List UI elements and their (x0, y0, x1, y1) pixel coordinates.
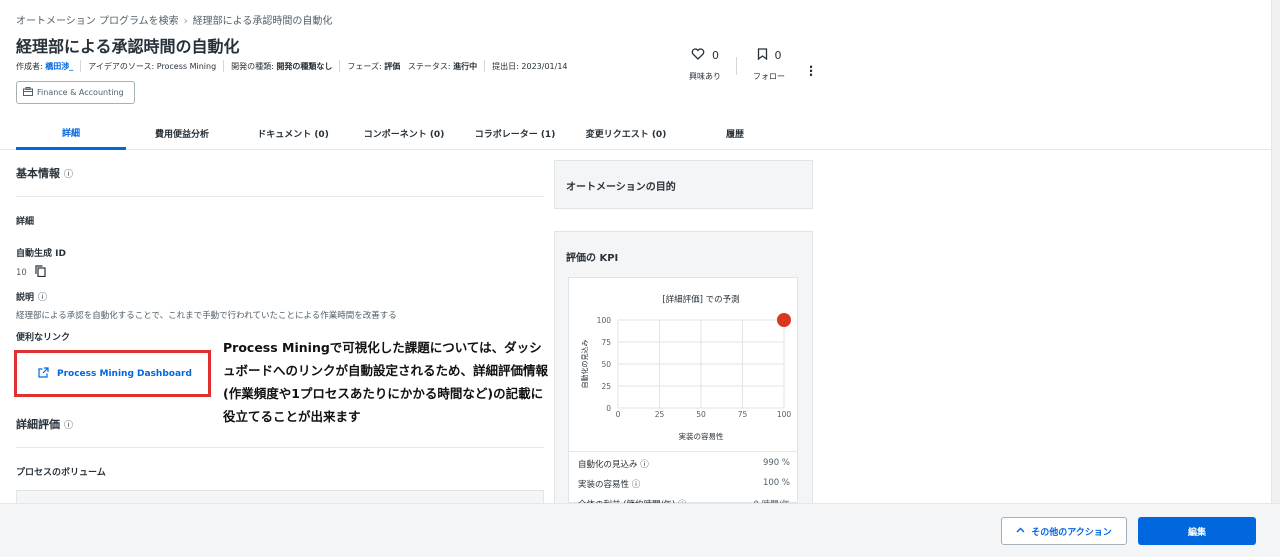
breadcrumb: オートメーション プログラムを検索 › 経理部による承認時間の自動化 (16, 12, 332, 27)
automation-purpose-panel: オートメーションの目的 (554, 160, 813, 209)
x-tick-label: 100 (777, 410, 792, 419)
kpi-row-label: 実装の容易性 ⓘ (578, 480, 641, 490)
breadcrumb-current: 経理部による承認時間の自動化 (192, 16, 333, 27)
description-text: 経理部による承認を自動化することで、これまで手動で行われていたことによる作業時間… (16, 311, 397, 321)
process-volume-heading: プロセスのボリューム (16, 468, 106, 478)
category-tag-label: Finance & Accounting (37, 88, 124, 97)
kpi-row: 実装の容易性 ⓘ 100 % (578, 478, 790, 490)
x-tick-label: 25 (655, 410, 665, 419)
auto-id-label: 自動生成 ID (16, 249, 66, 259)
x-tick-label: 50 (696, 410, 706, 419)
divider (16, 196, 544, 197)
tab-bar: 詳細 費用便益分析 ドキュメント (0) コンポーネント (0) コラボレーター… (0, 117, 1280, 150)
x-axis-label: 実装の容易性 (679, 431, 724, 441)
category-tag[interactable]: Finance & Accounting (16, 81, 135, 104)
tab-collaborators[interactable]: コラボレーター (1) (460, 117, 570, 150)
tab-details[interactable]: 詳細 (16, 117, 126, 150)
basic-info-heading: 基本情報 ⓘ (16, 165, 73, 181)
kpi-row-label: 自動化の見込み ⓘ (578, 460, 649, 470)
follow-count: 0 (774, 49, 782, 62)
x-tick-label: 0 (616, 410, 621, 419)
info-icon[interactable]: ⓘ (64, 418, 73, 431)
divider (339, 60, 341, 72)
source-label: アイデアのソース: (88, 61, 155, 71)
heart-icon (691, 48, 705, 63)
dev-type-label: 開発の種類: (231, 61, 274, 71)
kpi-row-value: 990 % (762, 458, 790, 468)
bookmark-icon (757, 48, 768, 63)
info-icon[interactable]: ⓘ (64, 167, 73, 180)
kpi-title: 評価の KPI (566, 253, 619, 264)
auto-id-row: 10 (16, 265, 46, 280)
automation-purpose-title: オートメーションの目的 (566, 182, 676, 193)
phase-label: フェーズ: (347, 61, 382, 71)
divider (16, 447, 544, 448)
divider (484, 60, 486, 72)
description-label: 説明 (16, 293, 35, 303)
other-actions-button[interactable]: その他のアクション (1001, 517, 1127, 545)
briefcase-icon (23, 87, 33, 98)
dev-type-value: 開発の種類なし (276, 61, 333, 71)
other-actions-label: その他のアクション (1031, 527, 1112, 538)
y-tick-label: 0 (606, 404, 611, 413)
submitted-label: 提出日: (492, 61, 519, 71)
process-mining-dashboard-label: Process Mining Dashboard (57, 369, 192, 379)
kpi-row: 自動化の見込み ⓘ 990 % (578, 458, 790, 470)
y-tick-label: 50 (601, 360, 611, 369)
tab-documents[interactable]: ドキュメント (0) (238, 117, 348, 150)
follow-button[interactable]: 0 フォロー (750, 48, 788, 82)
data-point (777, 313, 791, 327)
y-tick-label: 25 (601, 382, 611, 391)
source-value: Process Mining (156, 61, 217, 71)
edit-button[interactable]: 編集 (1138, 517, 1256, 545)
info-icon[interactable]: ⓘ (38, 290, 47, 303)
chevron-up-icon (1016, 526, 1025, 536)
vertical-scrollbar[interactable] (1271, 0, 1280, 503)
phase-value: 評価 (384, 61, 401, 71)
info-icon[interactable]: ⓘ (632, 480, 641, 490)
meta-line: 作成者: 橋田渉_ アイデアのソース: Process Mining 開発の種類… (16, 60, 568, 72)
detail-eval-title: 詳細評価 (16, 418, 60, 431)
kpi-row-value: 100 % (762, 478, 790, 488)
chart-title: [詳細評価] での予測 (662, 294, 739, 305)
author-link[interactable]: 橋田渉_ (45, 61, 73, 72)
chevron-right-icon: › (183, 16, 188, 27)
status-value: 進行中 (453, 61, 478, 71)
like-count: 0 (712, 49, 719, 62)
tab-cost-benefit[interactable]: 費用便益分析 (127, 117, 237, 150)
process-mining-dashboard-link[interactable]: Process Mining Dashboard (38, 367, 192, 381)
annotation-callout: Process Miningで可視化した課題については、ダッシュボードへのリンク… (223, 340, 549, 424)
detail-eval-heading: 詳細評価 ⓘ (16, 416, 73, 432)
divider (223, 60, 225, 72)
y-axis-label: 自動化の見込み (580, 340, 589, 389)
page-title: 経理部による承認時間の自動化 (16, 37, 240, 56)
description-heading: 説明 ⓘ (16, 290, 47, 303)
tab-history[interactable]: 履歴 (682, 117, 788, 150)
like-label: 興味あり (689, 72, 721, 81)
y-tick-label: 100 (597, 316, 612, 325)
like-button[interactable]: 0 興味あり (686, 48, 724, 82)
status-label: ステータス: (407, 61, 451, 71)
copy-icon[interactable] (35, 265, 46, 280)
tab-change-requests[interactable]: 変更リクエスト (0) (571, 117, 681, 150)
basic-info-title: 基本情報 (16, 167, 60, 180)
details-heading: 詳細 (16, 217, 35, 227)
divider (80, 60, 82, 72)
divider (736, 57, 737, 75)
more-options-icon[interactable]: · · · (806, 61, 816, 81)
breadcrumb-parent-link[interactable]: オートメーション プログラムを検索 (16, 16, 179, 27)
useful-links-heading: 便利なリンク (16, 333, 71, 343)
x-tick-label: 75 (738, 410, 748, 419)
external-link-icon (38, 367, 49, 381)
submitted-value: 2023/01/14 (521, 61, 568, 71)
follow-label: フォロー (753, 72, 785, 81)
kpi-scatter-chart: [詳細評価] での予測 0 25 50 75 100 100 75 50 25 0 実装の容易性 自動化… (580, 294, 792, 441)
author-label: 作成者: (16, 61, 43, 71)
tab-components[interactable]: コンポーネント (0) (349, 117, 459, 150)
divider (569, 451, 797, 452)
y-tick-label: 75 (601, 338, 611, 347)
info-icon[interactable]: ⓘ (640, 460, 649, 470)
auto-id-value: 10 (16, 267, 27, 278)
